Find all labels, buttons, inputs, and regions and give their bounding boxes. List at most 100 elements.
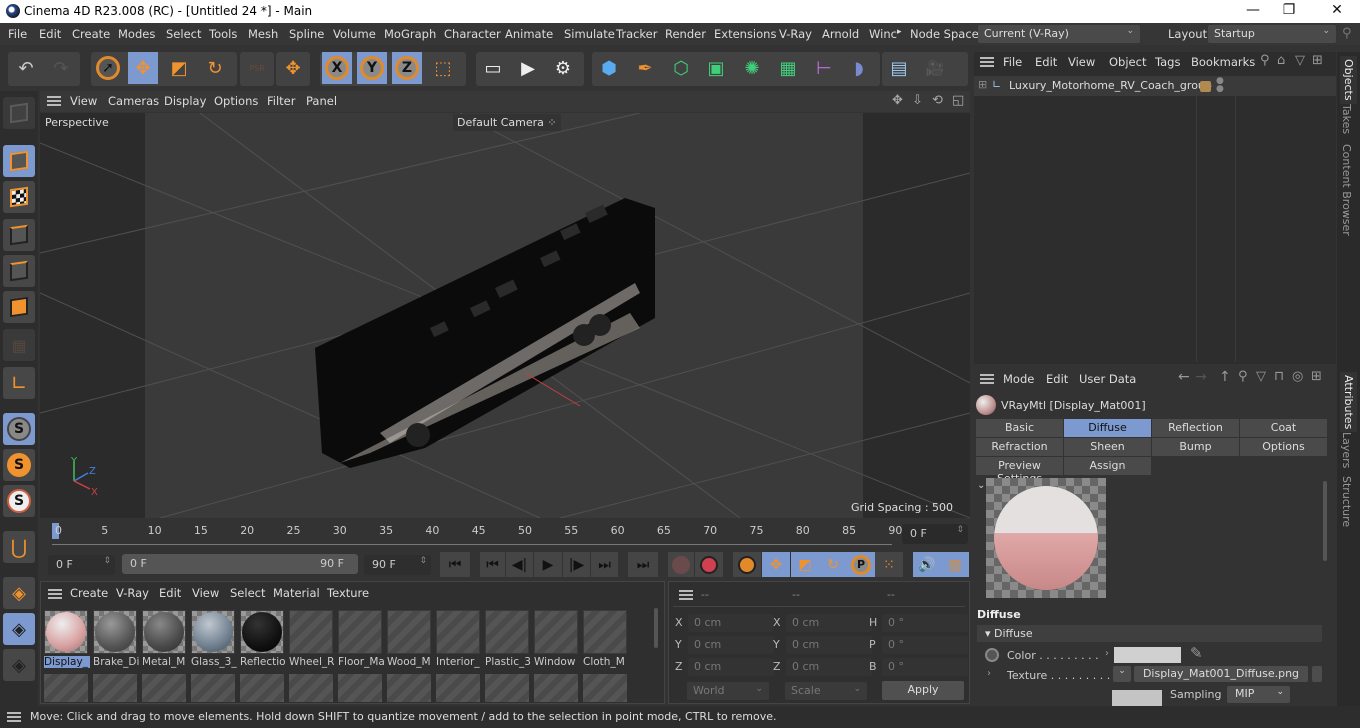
floor-button[interactable]: ▤ [884, 52, 914, 84]
polygons-mode-button[interactable] [3, 291, 35, 323]
up-arrow-icon[interactable]: ↑ [1219, 369, 1231, 385]
material-menu-create[interactable]: Create [70, 586, 108, 600]
material-placeholder[interactable] [142, 674, 186, 702]
attr-menu-mode[interactable]: Mode [1003, 372, 1034, 386]
extrude-button[interactable]: ▣ [701, 52, 731, 84]
object-row[interactable]: ⊞ ∟ Luxury_Motorhome_RV_Coach_group ● ● [974, 76, 1336, 96]
hamburger-icon[interactable] [48, 589, 62, 599]
sampling-dropdown[interactable]: MIP ⌄ [1227, 686, 1290, 703]
tab-takes[interactable]: Takes [1340, 104, 1353, 134]
eyedropper-icon[interactable]: ✎ [1190, 644, 1203, 662]
redo-button[interactable]: ↷ [46, 52, 76, 84]
orbit-icon[interactable]: ⟲ [932, 93, 943, 108]
forward-arrow-icon[interactable]: → [1195, 369, 1207, 385]
tab-structure[interactable]: Structure [1340, 476, 1353, 527]
key-pla-button[interactable]: ⁙ [875, 552, 903, 577]
search-icon[interactable]: ⚲ [1238, 369, 1248, 384]
camera-label[interactable]: Default Camera ⁘ [453, 114, 561, 131]
target-icon[interactable]: ◎ [1292, 369, 1303, 384]
attr-menu-edit[interactable]: Edit [1046, 372, 1068, 386]
hamburger-icon[interactable] [7, 712, 21, 722]
move-alt-button[interactable]: ✥ [278, 52, 308, 84]
cube-button[interactable]: ⬢ [594, 52, 624, 84]
coord-value-field[interactable]: 0 ° [882, 658, 968, 676]
coord-value-field[interactable]: 0 cm [688, 658, 774, 676]
texture-menu-button[interactable]: ⌄ [1113, 666, 1131, 682]
tab-refraction[interactable]: Refraction [976, 438, 1064, 456]
mograph-button[interactable]: ▦ [773, 52, 803, 84]
points-mode-button[interactable] [3, 219, 35, 251]
move-tool-button[interactable]: ✥ [128, 52, 158, 84]
end-frame-field[interactable]: 90 F ⇕ [364, 555, 431, 575]
maximize-view-icon[interactable]: ◱ [952, 93, 964, 108]
lock-icon[interactable]: ⊓ [1274, 369, 1284, 384]
start-frame-field[interactable]: 0 F ⇕ [48, 555, 115, 575]
object-menu-edit[interactable]: Edit [1035, 55, 1057, 69]
material-slot[interactable]: Window [534, 610, 578, 670]
visibility-dots-icon[interactable]: ● ● [1216, 77, 1224, 94]
world-dropdown[interactable]: World ⌄ [687, 682, 769, 700]
material-slot[interactable]: Wood_M [387, 610, 431, 670]
current-frame-field[interactable]: 0 F ⇕ [902, 524, 968, 544]
viewport-menu-panel[interactable]: Panel [306, 94, 337, 108]
dolly-icon[interactable]: ⇩ [912, 93, 923, 108]
material-placeholder[interactable] [191, 674, 235, 702]
subdivision-button[interactable]: ⬡ [666, 52, 696, 84]
hamburger-icon[interactable] [980, 57, 994, 67]
new-panel-icon[interactable]: ⊞ [1311, 369, 1322, 384]
key-rotation-button[interactable]: ↻ [819, 552, 847, 577]
menu-extensions[interactable]: Extensions [714, 27, 776, 41]
tab-coat[interactable]: Coat [1240, 419, 1328, 437]
tab-basic[interactable]: Basic [976, 419, 1064, 437]
keyframe-selection-button[interactable] [733, 552, 761, 577]
uv-mode-button[interactable]: ▦ [3, 329, 35, 361]
undo-button[interactable]: ↶ [11, 52, 41, 84]
key-scale-button[interactable]: ◩ [791, 552, 819, 577]
psr-button[interactable]: PSR [242, 52, 272, 84]
align-workplane-button[interactable]: ◈ [3, 649, 35, 681]
tab-attributes[interactable]: Attributes [1340, 372, 1357, 433]
material-menu-view[interactable]: View [192, 586, 219, 600]
home-icon[interactable]: ⌂ [1277, 53, 1285, 68]
go-to-start-button[interactable]: ⏮ [440, 552, 470, 577]
material-slot[interactable]: Floor_Ma [338, 610, 384, 670]
object-menu-view[interactable]: View [1068, 55, 1095, 69]
sound-button[interactable]: 🔊 [913, 552, 941, 577]
pen-button[interactable]: ✒ [630, 52, 660, 84]
tab-assign[interactable]: Assign [1064, 457, 1152, 475]
magnet-button[interactable]: ⋃ [3, 531, 35, 563]
material-placeholder[interactable] [485, 674, 529, 702]
material-placeholder[interactable] [387, 674, 431, 702]
tab-reflection[interactable]: Reflection [1152, 419, 1240, 437]
next-frame-button[interactable]: |▶ [563, 552, 590, 577]
filter-icon[interactable]: ▽ [1295, 53, 1305, 68]
menu-overflow-arrow-icon[interactable]: ▸ [897, 27, 902, 37]
menu-vray[interactable]: V-Ray [779, 27, 812, 41]
edges-mode-button[interactable] [3, 255, 35, 287]
rotate-tool-button[interactable]: ↻ [200, 52, 230, 84]
material-placeholder[interactable] [338, 674, 382, 702]
node-space-dropdown[interactable]: Current (V-Ray) ⌄ [978, 25, 1140, 43]
material-slot[interactable]: Brake_Di [93, 610, 139, 670]
viewport-menu-filter[interactable]: Filter [267, 94, 295, 108]
viewport-menu-view[interactable]: View [70, 94, 97, 108]
object-mode-button[interactable] [3, 145, 35, 177]
snap-settings-button[interactable]: S [3, 449, 35, 481]
timeline-ruler[interactable]: 0 5 10 15 20 25 30 35 40 45 50 55 60 65 70 75 80 85 90 0 F… [40, 518, 970, 552]
hamburger-icon[interactable] [47, 96, 61, 106]
layer-tag-icon[interactable] [1200, 81, 1211, 92]
material-slot[interactable]: Plastic_3 [485, 610, 531, 670]
coord-value-field[interactable]: 0 cm [688, 636, 774, 654]
go-to-end-button[interactable]: ⏭ [628, 552, 658, 577]
select-tool-button[interactable]: ➚ [93, 52, 123, 84]
coordinate-system-button[interactable]: ⬚ [428, 52, 458, 84]
material-slot[interactable]: Metal_M [142, 610, 186, 670]
object-menu-bookmarks[interactable]: Bookmarks [1191, 55, 1255, 69]
menu-simulate[interactable]: Simulate [564, 27, 615, 41]
coord-value-field[interactable]: 0 cm [786, 614, 872, 632]
animate-radio[interactable] [985, 648, 999, 662]
tab-sheen[interactable]: Sheen [1064, 438, 1152, 456]
expand-chevron-icon[interactable]: › [1105, 648, 1109, 659]
hamburger-icon[interactable] [980, 374, 994, 384]
coord-value-field[interactable]: 0 cm [688, 614, 774, 632]
